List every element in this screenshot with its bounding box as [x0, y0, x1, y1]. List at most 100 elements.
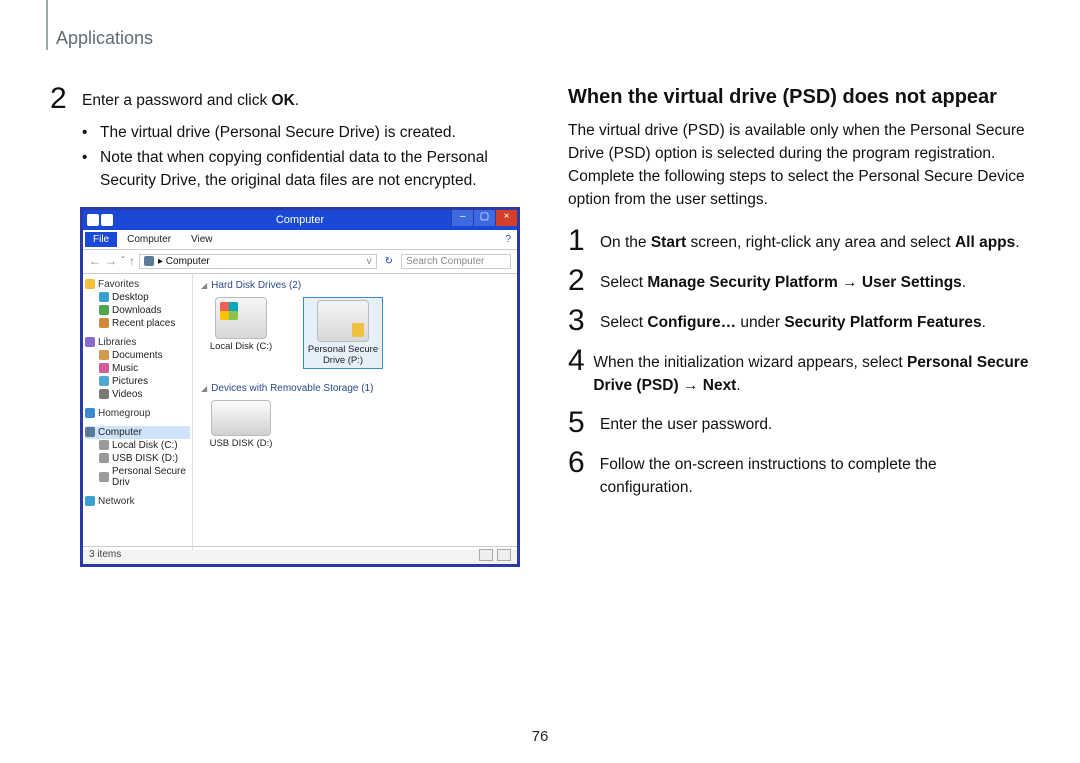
tree-item-music[interactable]: Music — [85, 362, 190, 375]
section-title: Applications — [56, 28, 153, 49]
category-removable[interactable]: Devices with Removable Storage (1) — [201, 383, 509, 394]
t: Select — [600, 314, 647, 331]
label: Pictures — [112, 376, 148, 387]
t: . — [1015, 234, 1019, 251]
drive-icon — [99, 453, 109, 463]
network-icon — [85, 496, 95, 506]
computer-icon — [85, 427, 95, 437]
search-box[interactable]: Search Computer — [401, 254, 511, 269]
star-icon — [85, 279, 95, 289]
bullet-text: The virtual drive (Personal Secure Drive… — [100, 122, 520, 145]
tree-item-desktop[interactable]: Desktop — [85, 291, 190, 304]
tree-item-downloads[interactable]: Downloads — [85, 304, 190, 317]
text: . — [295, 92, 299, 109]
subsection-heading: When the virtual drive (PSD) does not ap… — [568, 84, 1030, 110]
recent-icon — [99, 318, 109, 328]
status-bar: 3 items — [83, 546, 517, 564]
drive-icon — [211, 400, 271, 436]
tree-head-network[interactable]: Network — [85, 495, 190, 508]
label: Libraries — [98, 337, 136, 348]
nav-tree: Favorites Desktop Downloads Recent place… — [83, 274, 193, 550]
minimize-button[interactable]: – — [451, 210, 473, 226]
file-tab[interactable]: File — [85, 232, 117, 247]
drive-icon — [99, 440, 109, 450]
close-button[interactable]: × — [495, 210, 517, 226]
drive-local-disk-c[interactable]: Local Disk (C:) — [201, 297, 281, 369]
t: . — [736, 377, 740, 394]
tree-item-recent[interactable]: Recent places — [85, 317, 190, 330]
breadcrumb-dropdown[interactable]: v — [367, 256, 372, 267]
view-details-button[interactable] — [479, 549, 493, 561]
b: Security Platform Features — [784, 314, 981, 331]
right-column: When the virtual drive (PSD) does not ap… — [568, 84, 1030, 567]
drive-usb-d[interactable]: USB DISK (D:) — [201, 400, 281, 449]
tree-item-videos[interactable]: Videos — [85, 388, 190, 401]
computer-icon — [144, 256, 154, 266]
tree-item-pictures[interactable]: Pictures — [85, 375, 190, 388]
header-rule — [46, 0, 48, 50]
computer-tab[interactable]: Computer — [117, 232, 181, 247]
step-text: Enter a password and click OK. — [82, 84, 299, 114]
b: Manage Security Platform — [647, 274, 837, 291]
window-titlebar: Computer – ▢ × — [83, 210, 517, 230]
page-number: 76 — [532, 728, 549, 745]
nav-bar: ← → ˇ ↑ ▸ Computer v ↻ Search Computer — [83, 250, 517, 274]
label: Videos — [112, 389, 142, 400]
step-number: 2 — [50, 84, 76, 114]
step-1: 1 On the Start screen, right-click any a… — [568, 226, 1030, 256]
tree-favorites: Favorites Desktop Downloads Recent place… — [85, 278, 190, 330]
bullet-list: • The virtual drive (Personal Secure Dri… — [82, 122, 520, 193]
label: Homegroup — [98, 408, 150, 419]
breadcrumb-text: ▸ Computer — [158, 256, 210, 267]
help-icon[interactable]: ? — [505, 234, 517, 245]
breadcrumb-bar[interactable]: ▸ Computer v — [139, 254, 377, 269]
label: Desktop — [112, 292, 149, 303]
tree-item-usb-disk[interactable]: USB DISK (D:) — [85, 452, 190, 465]
back-button[interactable]: ← — [89, 254, 101, 268]
b: User Settings — [862, 274, 962, 291]
bullet-dot: • — [82, 122, 100, 145]
tree-head-libraries[interactable]: Libraries — [85, 336, 190, 349]
tree-head-favorites[interactable]: Favorites — [85, 278, 190, 291]
step-number: 6 — [568, 448, 594, 500]
step-2: 2 Select Manage Security Platform → User… — [568, 266, 1030, 296]
libraries-icon — [85, 337, 95, 347]
label: Personal Secure Driv — [112, 466, 190, 488]
label: Network — [98, 496, 135, 507]
step-text: When the initialization wizard appears, … — [593, 346, 1030, 398]
step-text: Enter the user password. — [600, 408, 772, 438]
view-switcher — [479, 549, 511, 562]
b: Next — [703, 377, 737, 394]
drive-icon — [215, 297, 267, 339]
steps-list: 1 On the Start screen, right-click any a… — [568, 226, 1030, 500]
drive-personal-secure[interactable]: Personal Secure Drive (P:) — [303, 297, 383, 369]
forward-button[interactable]: → — [105, 254, 117, 268]
hard-disk-row: Local Disk (C:) Personal Secure Drive (P… — [201, 297, 509, 369]
maximize-button[interactable]: ▢ — [473, 210, 495, 226]
tree-item-documents[interactable]: Documents — [85, 349, 190, 362]
up-button[interactable]: ↑ — [129, 254, 135, 268]
tree-network: Network — [85, 495, 190, 508]
tree-head-homegroup[interactable]: Homegroup — [85, 407, 190, 420]
window-title: Computer — [276, 214, 324, 226]
t: On the — [600, 234, 651, 251]
view-icons-button[interactable] — [497, 549, 511, 561]
step-3: 3 Select Configure… under Security Platf… — [568, 306, 1030, 336]
category-hard-disks[interactable]: Hard Disk Drives (2) — [201, 280, 509, 291]
tree-item-local-disk[interactable]: Local Disk (C:) — [85, 439, 190, 452]
view-tab[interactable]: View — [181, 232, 223, 247]
label: USB DISK (D:) — [112, 453, 178, 464]
step-6: 6 Follow the on-screen instructions to c… — [568, 448, 1030, 500]
step-number: 2 — [568, 266, 594, 296]
dropdown-icon[interactable]: ˇ — [121, 254, 125, 268]
step-number: 5 — [568, 408, 594, 438]
drive-label: Local Disk (C:) — [201, 341, 281, 352]
properties-icon — [101, 214, 113, 226]
refresh-button[interactable]: ↻ — [381, 256, 397, 267]
t: Select — [600, 274, 647, 291]
tree-head-computer[interactable]: Computer — [85, 426, 190, 439]
label: Recent places — [112, 318, 175, 329]
step-number: 3 — [568, 306, 594, 336]
explorer-body: Favorites Desktop Downloads Recent place… — [83, 274, 517, 550]
tree-item-psd[interactable]: Personal Secure Driv — [85, 465, 190, 489]
